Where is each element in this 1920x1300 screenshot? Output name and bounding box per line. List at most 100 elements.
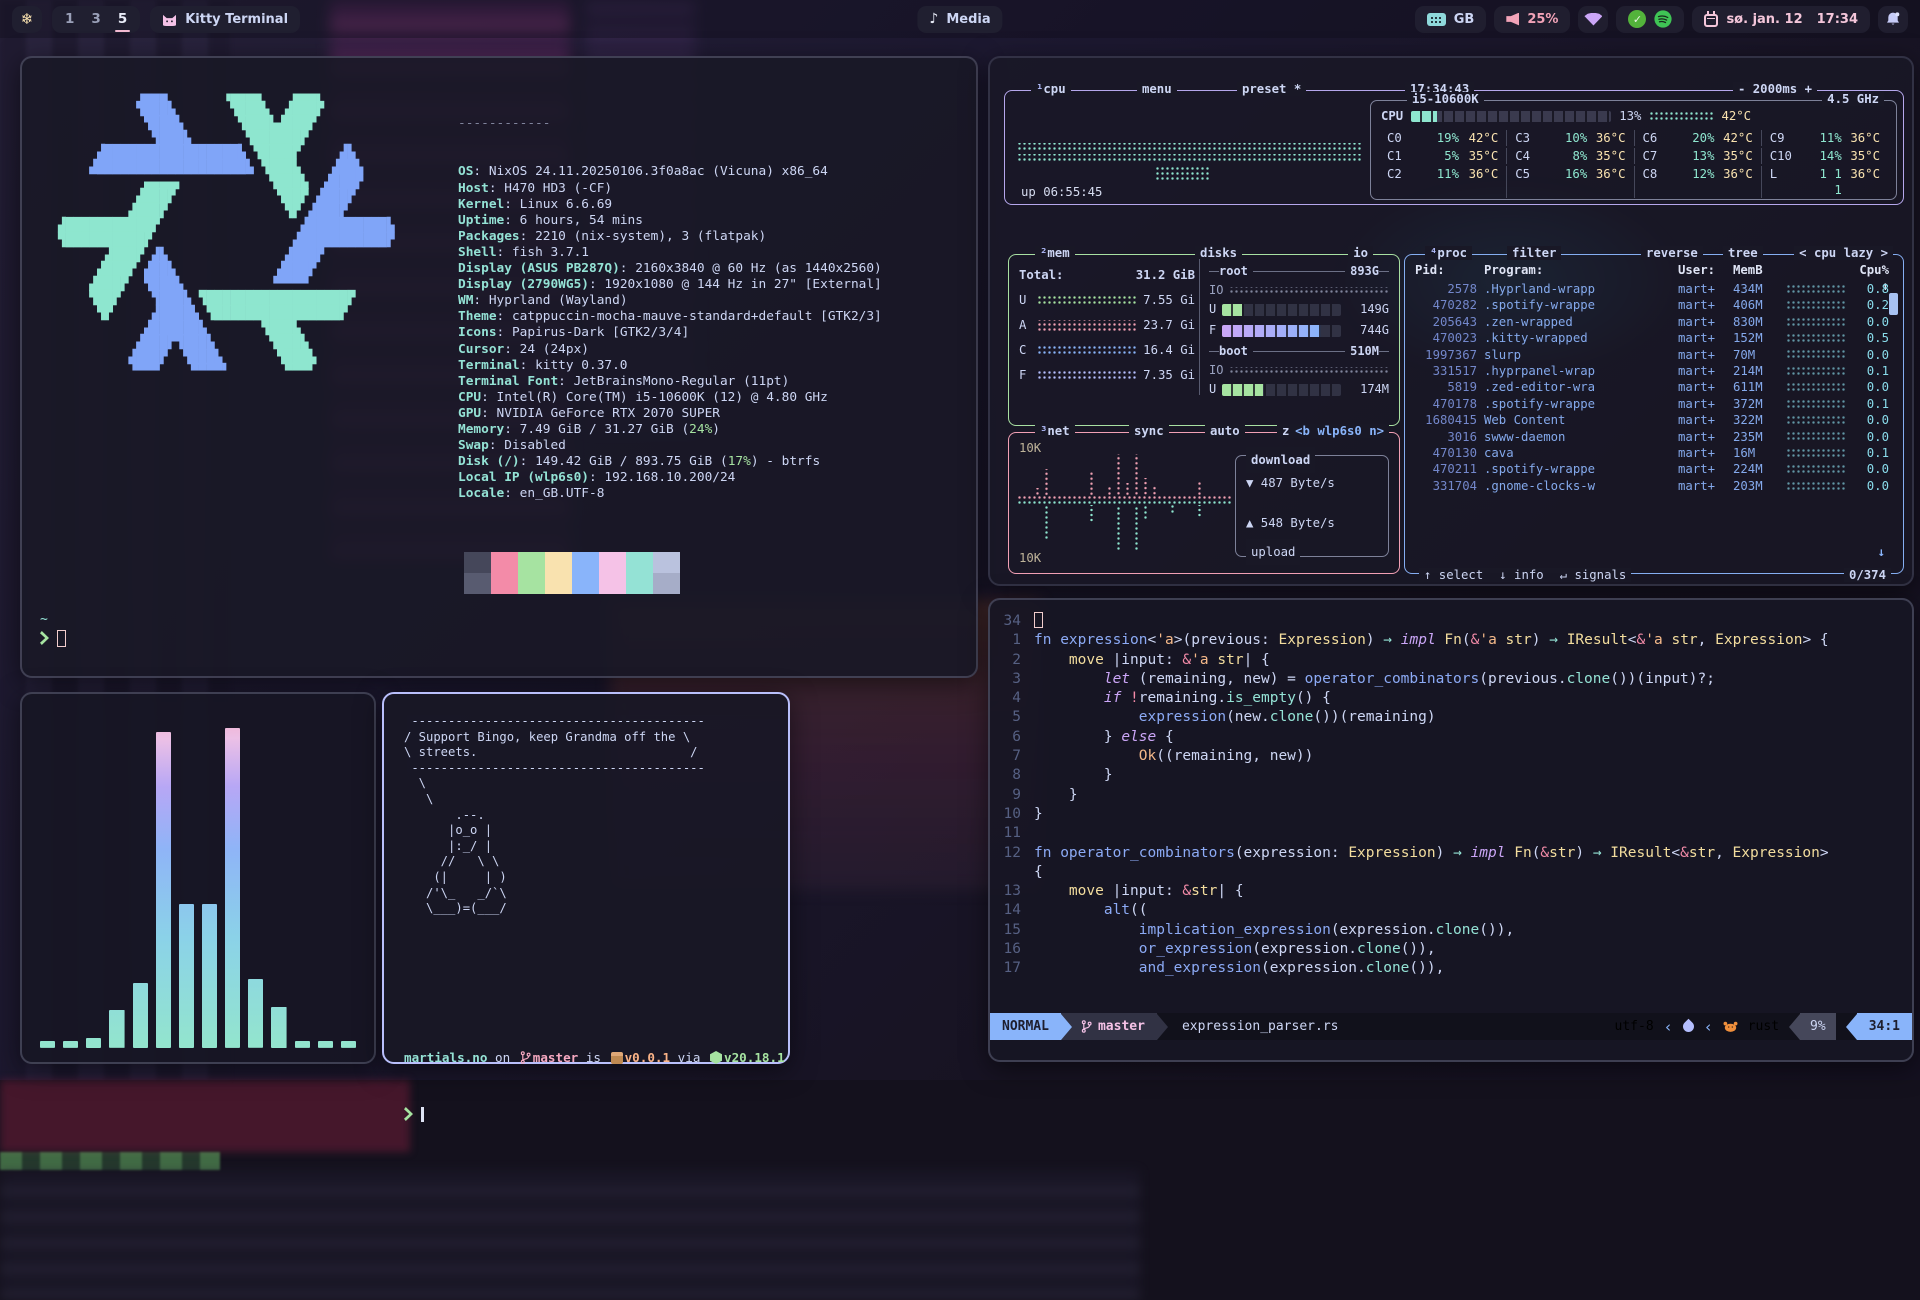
nix-menu-button[interactable]: ❄ (12, 6, 42, 33)
code-editor-area[interactable]: 341fn expression<'a>(previous: Expressio… (990, 612, 1906, 1004)
code-line[interactable]: 2 move |input: &'a str| { (990, 651, 1906, 670)
code-token: str (1549, 845, 1575, 861)
process-user: mart+ (1678, 330, 1726, 346)
code-line[interactable]: 1fn expression<'a>(previous: Expression)… (990, 631, 1906, 650)
memory-row-graph (1037, 296, 1137, 305)
line-number: 11 (990, 824, 1034, 843)
code-line[interactable]: 3 let (remaining, new) = operator_combin… (990, 670, 1906, 689)
clock-module[interactable]: sø. jan. 12 17:34 (1692, 6, 1870, 33)
net-panel-title[interactable]: ³net (1035, 424, 1075, 438)
code-token: (( (1130, 902, 1147, 918)
music-note-icon: ♪ (929, 11, 938, 27)
logo-segment: ▜███▙ (58, 116, 238, 131)
git-branch-segment[interactable]: master (1061, 1013, 1157, 1040)
line-number: 4 (990, 689, 1034, 708)
code-line[interactable]: 34 (990, 612, 1906, 631)
workspace-1[interactable]: 1 (64, 9, 75, 29)
tree-button[interactable]: tree (1723, 246, 1763, 260)
visualizer-bar (63, 1041, 78, 1048)
palette-swatch (653, 552, 680, 573)
code-token: Expression (1279, 632, 1366, 648)
process-scrollbar[interactable] (1889, 293, 1898, 315)
net-up-spike (1089, 472, 1093, 496)
code-line[interactable]: 9 } (990, 786, 1906, 805)
disk-usage-row: F744G (1209, 320, 1389, 341)
nodejs-icon (710, 1051, 722, 1064)
code-line[interactable]: 14 alt(( (990, 901, 1906, 920)
line-number: 15 (990, 921, 1034, 940)
interval-control[interactable]: - 2000ms + (1733, 82, 1817, 96)
cpu-panel-title[interactable]: ¹cpu (1031, 82, 1071, 96)
code-line[interactable]: 10} (990, 805, 1906, 824)
net-auto-button[interactable]: auto (1205, 424, 1245, 438)
visualizer-bar (86, 1038, 101, 1048)
net-baseline (1017, 496, 1233, 500)
git-branch-icon (1081, 1020, 1092, 1033)
fortune-terminal-window[interactable]: ----------------------------------------… (382, 692, 790, 1064)
net-sync-button[interactable]: sync (1129, 424, 1169, 438)
cpu-core-box: i5-10600K 4.5 GHz CPU 13% 42°C C019%42°C… (1370, 100, 1897, 200)
volume-level: 25% (1527, 12, 1558, 27)
fastfetch-terminal-window[interactable]: ▗▄▄▄ ▗▄▄▄▄ ▄▄▄▖ ▜███▙ ▜███▙ ▟███▛ ▜███▙ … (20, 56, 978, 678)
core-usage: 1 1 1 (1806, 166, 1842, 198)
code-token: (expression: (1235, 845, 1349, 861)
cava-visualizer-window[interactable] (20, 692, 376, 1064)
preset-button[interactable]: preset * (1237, 82, 1306, 96)
core-temp: 36°C (1848, 130, 1880, 146)
reverse-button[interactable]: reverse (1641, 246, 1703, 260)
code-line[interactable]: 16 or_expression(expression.clone()), (990, 940, 1906, 959)
volume-module[interactable]: 25% (1494, 6, 1570, 33)
workspace-5[interactable]: 5 (117, 9, 128, 29)
info-colon: : (489, 181, 504, 196)
notifications-module[interactable] (1878, 6, 1908, 33)
filter-button[interactable]: filter (1507, 246, 1561, 260)
code-line[interactable]: 6 } else { (990, 728, 1906, 747)
logo-line: ▟███▛▜███▙ ▜███▙ (58, 336, 395, 351)
process-footer-keys: ↑ select ↓ info ↵ signals (1419, 568, 1631, 582)
code-editor-window[interactable]: 341fn expression<'a>(previous: Expressio… (988, 598, 1914, 1062)
code-line[interactable]: 11 (990, 824, 1906, 843)
keyboard-layout-module[interactable]: GB (1415, 6, 1487, 33)
code-line[interactable]: 13 move |input: &str| { (990, 882, 1906, 901)
active-window-title[interactable]: Kitty Terminal (150, 6, 300, 33)
scroll-down-icon[interactable]: ↓ (1878, 545, 1885, 559)
code-content: implication_expression(expression.clone(… (1034, 921, 1514, 940)
info-key-hint[interactable]: ↓ info (1499, 568, 1543, 582)
cpu-core-cell: L1 1 136°C (1761, 166, 1888, 198)
select-key-hint[interactable]: ↑ select (1424, 568, 1483, 582)
info-divider: ------------ (458, 116, 882, 132)
btop-monitor-window[interactable]: ¹cpu menu preset * 17:34:43 - 2000ms + u… (988, 56, 1914, 586)
disk-name: root (1219, 261, 1248, 281)
core-name: C10 (1770, 148, 1800, 164)
code-content: expression(new.clone())(remaining) (1034, 708, 1436, 727)
spotify-icon[interactable] (1654, 10, 1672, 28)
menu-button[interactable]: menu (1137, 82, 1177, 96)
mem-panel-title[interactable]: ²mem (1035, 246, 1075, 260)
media-module[interactable]: ♪ Media (917, 6, 1002, 33)
logo-segment: ▜███▙ ▝▀▀▀▀ (144, 277, 308, 292)
shell-prompt[interactable]: ~ (40, 610, 66, 650)
sort-selector[interactable]: < cpu lazy > (1794, 246, 1893, 260)
io-mode-button[interactable]: io (1348, 246, 1373, 260)
signals-key-hint[interactable]: ↵ signals (1560, 568, 1627, 582)
code-line[interactable]: 12fn operator_combinators(expression: Ex… (990, 844, 1906, 863)
workspace-3[interactable]: 3 (90, 9, 101, 29)
code-line[interactable]: 4 if !remaining.is_empty() { (990, 689, 1906, 708)
code-line[interactable]: 7 Ok((remaining, new)) (990, 747, 1906, 766)
code-token: & (1540, 845, 1549, 861)
starship-prompt[interactable]: martials.no on master is v0.0.1 via v20.… (404, 1010, 785, 1162)
update-check-icon[interactable]: ✓ (1628, 10, 1646, 28)
code-line[interactable]: { (990, 863, 1906, 882)
code-line[interactable]: 15 implication_expression(expression.clo… (990, 921, 1906, 940)
network-module[interactable] (1578, 6, 1608, 33)
file-progress: 9% (1800, 1013, 1836, 1040)
core-name: C6 (1643, 130, 1673, 146)
code-line[interactable]: 5 expression(new.clone())(remaining) (990, 708, 1906, 727)
process-name: .Hyprland-wrapp (1484, 281, 1671, 297)
code-line[interactable]: 8 } (990, 766, 1906, 785)
proc-panel-title[interactable]: ⁴proc (1425, 246, 1472, 260)
net-interface-selector[interactable]: <b wlp6s0 n> (1290, 424, 1389, 438)
code-line[interactable]: 17 and_expression(expression.clone()), (990, 959, 1906, 978)
net-up-spike (1134, 454, 1138, 496)
disks-panel-title[interactable]: disks (1195, 246, 1242, 260)
